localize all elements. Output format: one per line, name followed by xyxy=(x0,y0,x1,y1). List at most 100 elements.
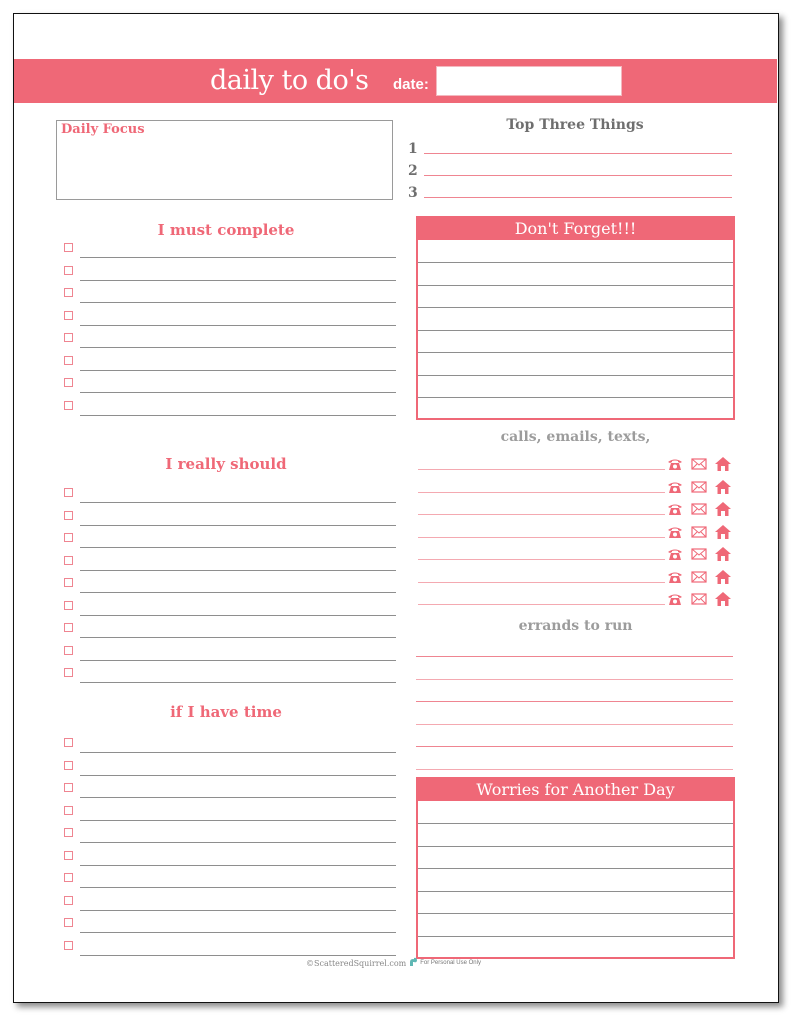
home-icon[interactable] xyxy=(715,524,731,539)
if-time-checkbox[interactable] xyxy=(64,873,73,882)
really-should-checkbox[interactable] xyxy=(64,668,73,677)
really-should-checkbox[interactable] xyxy=(64,623,73,632)
must-complete-checkbox[interactable] xyxy=(64,378,73,387)
really-should-line[interactable] xyxy=(80,547,396,548)
envelope-icon[interactable] xyxy=(691,546,707,560)
if-time-line[interactable] xyxy=(80,797,396,798)
must-complete-line[interactable] xyxy=(80,324,396,326)
really-should-line[interactable] xyxy=(80,659,396,661)
must-complete-checkbox[interactable] xyxy=(64,310,73,320)
dont-forget-line[interactable] xyxy=(418,397,733,398)
if-time-line[interactable] xyxy=(80,774,396,776)
must-complete-checkbox[interactable] xyxy=(64,355,73,365)
errand-line[interactable] xyxy=(416,656,733,657)
if-time-line[interactable] xyxy=(80,909,396,911)
top-three-line[interactable] xyxy=(424,153,732,154)
must-complete-line[interactable] xyxy=(80,257,396,258)
envelope-icon[interactable] xyxy=(691,456,707,470)
if-time-checkbox[interactable] xyxy=(64,918,73,927)
must-complete-checkbox[interactable] xyxy=(64,333,73,342)
phone-icon[interactable] xyxy=(667,569,683,583)
really-should-checkbox[interactable] xyxy=(64,578,73,587)
errand-line[interactable] xyxy=(416,768,733,770)
home-icon[interactable] xyxy=(715,501,731,516)
really-should-checkbox[interactable] xyxy=(64,488,73,497)
errand-line[interactable] xyxy=(416,746,733,747)
if-time-line[interactable] xyxy=(80,864,396,866)
contact-line[interactable] xyxy=(418,604,665,605)
must-complete-line[interactable] xyxy=(80,392,396,393)
really-should-line[interactable] xyxy=(80,682,396,683)
envelope-icon[interactable] xyxy=(691,479,707,493)
if-time-checkbox[interactable] xyxy=(64,850,73,860)
must-complete-checkbox[interactable] xyxy=(64,265,73,275)
really-should-line[interactable] xyxy=(80,614,396,616)
if-time-line[interactable] xyxy=(80,932,396,933)
worries-line[interactable] xyxy=(418,823,733,824)
if-time-checkbox[interactable] xyxy=(64,760,73,770)
contact-line[interactable] xyxy=(418,559,665,560)
must-complete-checkbox[interactable] xyxy=(64,243,73,252)
errand-line[interactable] xyxy=(416,701,733,702)
must-complete-line[interactable] xyxy=(80,279,396,281)
must-complete-line[interactable] xyxy=(80,414,396,416)
dont-forget-line[interactable] xyxy=(418,329,733,331)
dont-forget-line[interactable] xyxy=(418,262,733,263)
if-time-line[interactable] xyxy=(80,842,396,843)
dont-forget-line[interactable] xyxy=(418,284,733,286)
if-time-checkbox[interactable] xyxy=(64,783,73,792)
contact-line[interactable] xyxy=(418,491,665,493)
envelope-icon[interactable] xyxy=(691,591,707,605)
top-three-line[interactable] xyxy=(424,175,732,176)
envelope-icon[interactable] xyxy=(691,524,707,538)
really-should-line[interactable] xyxy=(80,502,396,503)
really-should-line[interactable] xyxy=(80,637,396,638)
phone-icon[interactable] xyxy=(667,501,683,515)
worries-line[interactable] xyxy=(418,890,733,892)
if-time-line[interactable] xyxy=(80,887,396,888)
must-complete-line[interactable] xyxy=(80,369,396,371)
if-time-checkbox[interactable] xyxy=(64,805,73,815)
really-should-checkbox[interactable] xyxy=(64,533,73,542)
really-should-line[interactable] xyxy=(80,592,396,593)
really-should-line[interactable] xyxy=(80,524,396,526)
if-time-checkbox[interactable] xyxy=(64,895,73,905)
errand-line[interactable] xyxy=(416,723,733,725)
dont-forget-line[interactable] xyxy=(418,307,733,308)
if-time-checkbox[interactable] xyxy=(64,738,73,747)
if-time-line[interactable] xyxy=(80,752,396,753)
must-complete-checkbox[interactable] xyxy=(64,288,73,297)
if-time-line[interactable] xyxy=(80,954,396,956)
dont-forget-line[interactable] xyxy=(418,374,733,376)
envelope-icon[interactable] xyxy=(691,501,707,515)
worries-line[interactable] xyxy=(418,913,733,914)
dont-forget-line[interactable] xyxy=(418,352,733,353)
contact-line[interactable] xyxy=(418,469,665,470)
envelope-icon[interactable] xyxy=(691,569,707,583)
home-icon[interactable] xyxy=(715,546,731,561)
phone-icon[interactable] xyxy=(667,524,683,538)
really-should-checkbox[interactable] xyxy=(64,555,73,565)
if-time-line[interactable] xyxy=(80,819,396,821)
phone-icon[interactable] xyxy=(667,479,683,493)
if-time-checkbox[interactable] xyxy=(64,940,73,950)
must-complete-checkbox[interactable] xyxy=(64,400,73,410)
home-icon[interactable] xyxy=(715,591,731,606)
worries-line[interactable] xyxy=(418,935,733,937)
contact-line[interactable] xyxy=(418,514,665,515)
if-time-checkbox[interactable] xyxy=(64,828,73,837)
date-field[interactable] xyxy=(436,66,622,96)
phone-icon[interactable] xyxy=(667,456,683,470)
phone-icon[interactable] xyxy=(667,546,683,560)
home-icon[interactable] xyxy=(715,569,731,584)
really-should-checkbox[interactable] xyxy=(64,510,73,520)
contact-line[interactable] xyxy=(418,536,665,538)
worries-line[interactable] xyxy=(418,845,733,847)
worries-line[interactable] xyxy=(418,868,733,869)
home-icon[interactable] xyxy=(715,456,731,471)
home-icon[interactable] xyxy=(715,479,731,494)
really-should-line[interactable] xyxy=(80,569,396,571)
really-should-checkbox[interactable] xyxy=(64,645,73,655)
must-complete-line[interactable] xyxy=(80,347,396,348)
must-complete-line[interactable] xyxy=(80,302,396,303)
